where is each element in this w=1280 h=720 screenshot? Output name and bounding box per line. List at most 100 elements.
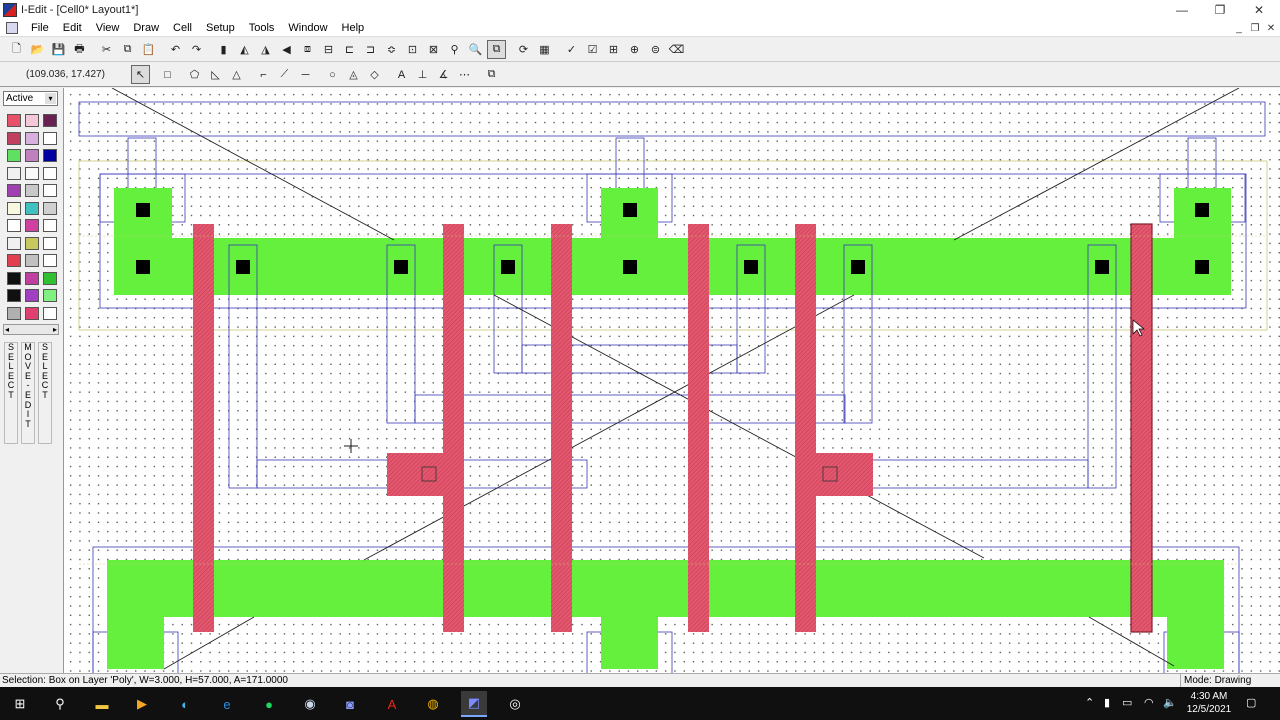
all-angle-polygon-icon[interactable]: ◺ <box>206 65 225 84</box>
layer-swatch[interactable] <box>43 271 57 285</box>
layout-canvas[interactable] <box>64 88 1280 673</box>
poly-gate-2[interactable] <box>443 224 464 632</box>
poly-gate-5[interactable] <box>795 224 816 632</box>
layer-swatch[interactable] <box>25 219 39 232</box>
select-arrow-icon[interactable]: ↖ <box>131 65 150 84</box>
zoom-fit-icon[interactable]: ⧉ <box>487 40 506 59</box>
menu-cell[interactable]: Cell <box>166 19 199 37</box>
contact-6[interactable] <box>744 260 758 274</box>
battery-icon[interactable]: ▭ <box>1122 696 1132 709</box>
undo-icon[interactable]: ↶ <box>166 40 185 59</box>
poly-pad-right[interactable] <box>816 453 873 496</box>
chrome-icon[interactable]: ◍ <box>420 691 446 717</box>
active-nmos-strip[interactable] <box>107 560 1224 617</box>
system-clock[interactable]: 4:30 AM 12/5/2021 <box>1182 690 1236 716</box>
poly-gate-3[interactable] <box>551 224 572 632</box>
find-icon[interactable]: ⚲ <box>445 40 464 59</box>
merge-icon[interactable]: ⧈ <box>298 40 317 59</box>
layer-swatch[interactable] <box>43 131 57 145</box>
contact-1[interactable] <box>136 260 150 274</box>
array-icon[interactable]: ≎ <box>382 40 401 59</box>
layer-swatch[interactable] <box>7 131 21 145</box>
mdi-close-button[interactable]: ✕ <box>1262 21 1280 35</box>
tray-overflow-icon[interactable]: ⌃ <box>1085 696 1094 709</box>
rotate-icon[interactable]: ◀ <box>277 40 296 59</box>
zoom-icon[interactable]: 🔍 <box>466 40 485 59</box>
spr-icon[interactable]: ⊞ <box>604 40 623 59</box>
layer-swatch[interactable] <box>7 254 21 267</box>
top-outline-box[interactable] <box>78 101 1266 137</box>
layer-swatch[interactable] <box>43 201 57 215</box>
active-sub-tap-mid[interactable] <box>601 617 658 669</box>
layer-palette-icon[interactable]: ▦ <box>535 40 554 59</box>
mouse-mode-left-select[interactable]: SELECT <box>4 342 18 444</box>
layer-swatch[interactable] <box>25 184 39 197</box>
box-tool-icon[interactable]: □ <box>158 65 177 84</box>
ungroup-icon[interactable]: ⊐ <box>361 40 380 59</box>
layer-swatch[interactable] <box>25 306 39 320</box>
drc-box-icon[interactable]: ☑ <box>583 40 602 59</box>
open-file-icon[interactable]: 📂 <box>28 40 47 59</box>
ruler-90-icon[interactable]: ⊥ <box>413 65 432 84</box>
eraser-icon[interactable]: ⌫ <box>667 40 686 59</box>
wifi-icon[interactable]: ◠ <box>1144 696 1154 709</box>
menu-tools[interactable]: Tools <box>242 19 282 37</box>
layer-swatch[interactable] <box>43 114 57 127</box>
contact-2[interactable] <box>236 260 250 274</box>
circle-tool-icon[interactable]: ○ <box>323 65 342 84</box>
obs-icon[interactable]: ◎ <box>502 691 528 717</box>
paste-icon[interactable]: 📋 <box>139 40 158 59</box>
layer-swatch[interactable] <box>43 254 57 267</box>
menu-view[interactable]: View <box>89 19 127 37</box>
cut-icon[interactable]: ✂ <box>97 40 116 59</box>
discord-icon[interactable]: ◙ <box>337 691 363 717</box>
layer-swatch[interactable] <box>7 114 21 127</box>
lvs-icon[interactable]: ⊜ <box>646 40 665 59</box>
chevron-down-icon[interactable]: ▾ <box>45 93 56 104</box>
drc-icon[interactable]: ✓ <box>562 40 581 59</box>
layer-swatch[interactable] <box>7 271 21 285</box>
layer-swatch[interactable] <box>25 149 39 162</box>
poly-gate-selected[interactable] <box>1130 223 1153 633</box>
redraw-icon[interactable]: ⟳ <box>514 40 533 59</box>
contact-tap-left[interactable] <box>136 203 150 217</box>
layer-swatch[interactable] <box>7 201 21 215</box>
flip-horizontal-icon[interactable]: ◭ <box>235 40 254 59</box>
layer-swatch[interactable] <box>43 166 57 180</box>
instance-tool-icon[interactable]: ⧉ <box>482 65 501 84</box>
layer-swatch[interactable] <box>25 289 39 302</box>
layer-swatch[interactable] <box>25 166 39 180</box>
save-icon[interactable]: 💾 <box>49 40 68 59</box>
port-tool-icon[interactable]: A <box>392 65 411 84</box>
layer-swatch[interactable] <box>25 254 39 267</box>
layer-swatch[interactable] <box>7 184 21 197</box>
edit-in-place-icon[interactable]: ▮ <box>214 40 233 59</box>
poly-gate-4[interactable] <box>688 224 709 632</box>
menu-file[interactable]: File <box>24 19 56 37</box>
metal-wire-f-horizontal[interactable] <box>871 459 1089 489</box>
scroll-right-icon[interactable]: ▸ <box>53 325 57 334</box>
palette-scrollbar[interactable]: ◂ ▸ <box>3 324 59 335</box>
wire-all-angle-icon[interactable]: ─ <box>296 65 315 84</box>
layer-swatch[interactable] <box>25 131 39 145</box>
group-icon[interactable]: ⊏ <box>340 40 359 59</box>
mouse-mode-right-select[interactable]: SELECT <box>38 342 52 444</box>
document-icon[interactable] <box>6 21 18 34</box>
layer-swatch[interactable] <box>7 289 21 302</box>
instance-icon[interactable]: ⊡ <box>403 40 422 59</box>
menu-setup[interactable]: Setup <box>199 19 242 37</box>
layer-swatch[interactable] <box>7 219 21 232</box>
cross-section-icon[interactable]: ⊠ <box>424 40 443 59</box>
layer-swatch[interactable] <box>25 201 39 215</box>
extract-icon[interactable]: ⊕ <box>625 40 644 59</box>
maximize-button[interactable]: ❐ <box>1200 0 1240 20</box>
layer-swatch[interactable] <box>7 166 21 180</box>
scroll-left-icon[interactable]: ◂ <box>5 325 9 334</box>
minimize-button[interactable]: — <box>1162 0 1202 20</box>
active-pmos-strip[interactable] <box>114 238 1231 295</box>
layer-swatch[interactable] <box>7 149 21 162</box>
metal-wire-b-horizontal[interactable] <box>414 394 846 424</box>
file-explorer-icon[interactable]: ▬ <box>89 691 115 717</box>
l-edit-taskbar-icon[interactable]: ◩ <box>461 691 487 717</box>
poly-pad-left[interactable] <box>387 453 444 496</box>
